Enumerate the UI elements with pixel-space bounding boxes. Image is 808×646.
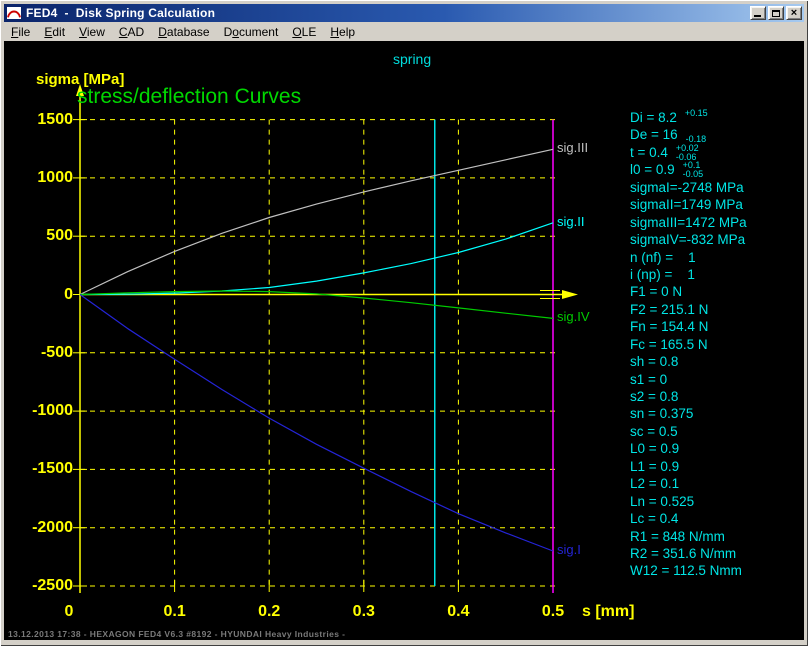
panel-line: sc = 0.5 (630, 424, 747, 441)
window-title: FED4 - Disk Spring Calculation (26, 6, 215, 20)
panel-line: L1 = 0.9 (630, 459, 747, 476)
panel-line: R2 = 351.6 N/mm (630, 546, 747, 563)
menu-item-view[interactable]: View (72, 23, 112, 41)
title-bar[interactable]: FED4 - Disk Spring Calculation × (4, 4, 804, 22)
minimize-button[interactable] (750, 6, 766, 20)
result-panel: Di = 8.2+0.15 De = 16 -0.18t = 0.4+0.02-… (630, 110, 747, 581)
panel-line: W12 = 112.5 Nmm (630, 563, 747, 580)
window-buttons: × (750, 6, 802, 20)
menu-item-document[interactable]: Document (217, 23, 286, 41)
app-window: FED4 - Disk Spring Calculation × FileEdi… (0, 0, 808, 646)
panel-line: L0 = 0.9 (630, 441, 747, 458)
menu-item-help[interactable]: Help (323, 23, 362, 41)
close-button[interactable]: × (786, 6, 802, 20)
app-icon[interactable] (6, 6, 22, 20)
panel-line: sigmaII=1749 MPa (630, 197, 747, 214)
menu-item-edit[interactable]: Edit (37, 23, 72, 41)
menu-item-ole[interactable]: OLE (285, 23, 323, 41)
panel-line: sigmaI=-2748 MPa (630, 180, 747, 197)
panel-line: sigmaIII=1472 MPa (630, 215, 747, 232)
maximize-button[interactable] (768, 6, 784, 20)
tolerance-value: +0.1-0.05 (683, 161, 704, 179)
panel-line: F2 = 215.1 N (630, 302, 747, 319)
panel-line: L2 = 0.1 (630, 476, 747, 493)
tolerance-value: +0.15 (685, 109, 708, 127)
panel-line: sigmaIV=-832 MPa (630, 232, 747, 249)
status-bar: 13.12.2013 17:38 - HEXAGON FED4 V6.3 #81… (8, 629, 345, 639)
panel-line: i (np) = 1 (630, 267, 747, 284)
close-icon: × (791, 8, 797, 19)
panel-line: s1 = 0 (630, 372, 747, 389)
menu-item-database[interactable]: Database (151, 23, 216, 41)
panel-line: l0 = 0.9+0.1-0.05 (630, 162, 747, 179)
menu-item-cad[interactable]: CAD (112, 23, 151, 41)
panel-line: sh = 0.8 (630, 354, 747, 371)
maximize-icon (772, 10, 780, 17)
panel-line: sn = 0.375 (630, 406, 747, 423)
panel-line: Ln = 0.525 (630, 494, 747, 511)
panel-line: Di = 8.2+0.15 (630, 110, 747, 127)
tolerance-value: -0.18 (686, 126, 707, 144)
panel-line: Lc = 0.4 (630, 511, 747, 528)
tolerance-value: +0.02-0.06 (676, 144, 699, 162)
panel-line: s2 = 0.8 (630, 389, 747, 406)
menu-bar: FileEditViewCADDatabaseDocumentOLEHelp (4, 22, 804, 41)
panel-line: Fn = 154.4 N (630, 319, 747, 336)
panel-line: n (nf) = 1 (630, 250, 747, 267)
menu-item-file[interactable]: File (4, 23, 37, 41)
minimize-icon (754, 15, 761, 17)
panel-line: Fc = 165.5 N (630, 337, 747, 354)
panel-line: R1 = 848 N/mm (630, 529, 747, 546)
panel-line: F1 = 0 N (630, 284, 747, 301)
